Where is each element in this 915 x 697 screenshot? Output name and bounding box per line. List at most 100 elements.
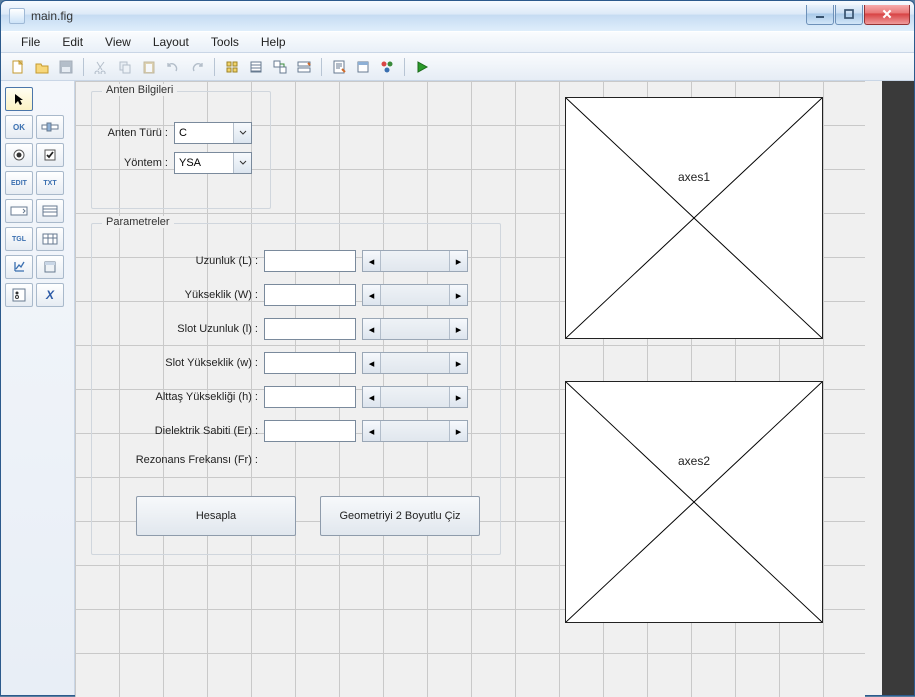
buttongroup-tool-icon[interactable] [5,283,33,307]
arrow-right-icon[interactable]: ▸ [449,353,467,373]
input-alttas[interactable] [264,386,356,408]
toolbar-editor-icon[interactable] [293,56,315,78]
slider-slot-uzunluk[interactable]: ◂▸ [362,318,468,340]
minimize-button[interactable] [806,5,834,25]
align-icon[interactable] [221,56,243,78]
toolbar-separator [83,58,84,76]
menu-edit[interactable]: Edit [52,33,93,51]
arrow-right-icon[interactable]: ▸ [449,387,467,407]
chevron-down-icon [233,153,251,173]
chevron-down-icon [233,123,251,143]
label-slot-uzunluk: Slot Uzunluk (l) : [92,323,264,335]
edit-tool-icon[interactable]: EDIT [5,171,33,195]
popup-tool-icon[interactable] [5,199,33,223]
input-yukseklik[interactable] [264,284,356,306]
menu-tools[interactable]: Tools [201,33,249,51]
menu-layout[interactable]: Layout [143,33,199,51]
client-area: OK EDIT TXT TGL [1,81,914,695]
right-margin [882,81,914,695]
checkbox-tool-icon[interactable] [36,143,64,167]
panel-tool-icon[interactable] [36,255,64,279]
slider-slot-yukseklik[interactable]: ◂▸ [362,352,468,374]
arrow-left-icon[interactable]: ◂ [363,387,381,407]
maximize-button[interactable] [835,5,863,25]
label-yukseklik: Yükseklik (W) : [92,289,264,301]
toolbar [1,53,914,81]
window-title: main.fig [31,9,805,23]
group-parametreler-legend: Parametreler [102,216,174,228]
redo-icon[interactable] [186,56,208,78]
window-buttons [805,5,910,25]
table-tool-icon[interactable] [36,227,64,251]
arrow-left-icon[interactable]: ◂ [363,421,381,441]
axes2-label: axes2 [678,454,710,468]
arrow-left-icon[interactable]: ◂ [363,285,381,305]
label-uzunluk: Uzunluk (L) : [92,255,264,267]
listbox-tool-icon[interactable] [36,199,64,223]
input-uzunluk[interactable] [264,250,356,272]
menu-view[interactable]: View [95,33,141,51]
arrow-right-icon[interactable]: ▸ [449,421,467,441]
menu-help[interactable]: Help [251,33,296,51]
dropdown-anten-turu[interactable]: C [174,122,252,144]
text-tool-icon[interactable]: TXT [36,171,64,195]
dropdown-yontem-value: YSA [179,157,201,169]
arrow-right-icon[interactable]: ▸ [449,251,467,271]
menu-editor-icon[interactable] [245,56,267,78]
new-file-icon[interactable] [7,56,29,78]
app-icon [9,8,25,24]
toolbar-separator [321,58,322,76]
run-icon[interactable] [411,56,433,78]
input-slot-uzunluk[interactable] [264,318,356,340]
arrow-right-icon[interactable]: ▸ [449,319,467,339]
pushbutton-tool-icon[interactable]: OK [5,115,33,139]
copy-icon[interactable] [114,56,136,78]
axes2[interactable]: axes2 [565,381,823,623]
select-tool-icon[interactable] [5,87,33,111]
arrow-right-icon[interactable]: ▸ [449,285,467,305]
hesapla-button[interactable]: Hesapla [136,496,296,536]
label-slot-yukseklik: Slot Yükseklik (w) : [92,357,264,369]
open-file-icon[interactable] [31,56,53,78]
activex-tool-icon[interactable]: X [36,283,64,307]
dropdown-yontem[interactable]: YSA [174,152,252,174]
property-inspector-icon[interactable] [352,56,374,78]
radio-tool-icon[interactable] [5,143,33,167]
save-icon[interactable] [55,56,77,78]
paste-icon[interactable] [138,56,160,78]
axes1-label: axes1 [678,170,710,184]
label-resonance: Rezonans Frekansı (Fr) : [92,454,264,466]
editor-icon[interactable] [328,56,350,78]
dropdown-anten-turu-value: C [179,127,187,139]
arrow-left-icon[interactable]: ◂ [363,353,381,373]
undo-icon[interactable] [162,56,184,78]
slider-uzunluk[interactable]: ◂▸ [362,250,468,272]
group-anten-bilgileri: Anten Bilgileri Anten Türü : C Yöntem : … [91,91,271,209]
close-button[interactable] [864,5,910,25]
arrow-left-icon[interactable]: ◂ [363,319,381,339]
slider-dielektrik[interactable]: ◂▸ [362,420,468,442]
input-dielektrik[interactable] [264,420,356,442]
geometri-ciz-button[interactable]: Geometriyi 2 Boyutlu Çiz [320,496,480,536]
label-yontem: Yöntem : [92,157,174,169]
titlebar: main.fig [1,1,914,31]
slider-alttas[interactable]: ◂▸ [362,386,468,408]
object-browser-icon[interactable] [376,56,398,78]
axes-tool-icon[interactable] [5,255,33,279]
cut-icon[interactable] [90,56,112,78]
axes1[interactable]: axes1 [565,97,823,339]
app-window: main.fig File Edit View Layout Tools Hel… [0,0,915,696]
component-palette: OK EDIT TXT TGL [1,81,75,695]
label-anten-turu: Anten Türü : [92,127,174,139]
toggle-tool-icon[interactable]: TGL [5,227,33,251]
group-anten-legend: Anten Bilgileri [102,84,177,96]
arrow-left-icon[interactable]: ◂ [363,251,381,271]
menu-file[interactable]: File [11,33,50,51]
toolbar-separator [404,58,405,76]
input-slot-yukseklik[interactable] [264,352,356,374]
slider-tool-icon[interactable] [36,115,64,139]
label-alttas: Alttaş Yüksekliği (h) : [92,391,264,403]
toolbar-separator [214,58,215,76]
slider-yukseklik[interactable]: ◂▸ [362,284,468,306]
tab-order-icon[interactable] [269,56,291,78]
